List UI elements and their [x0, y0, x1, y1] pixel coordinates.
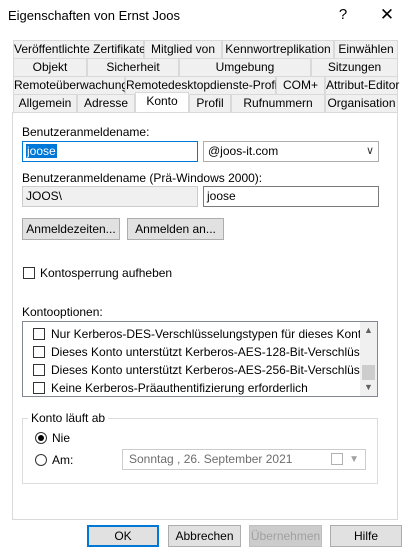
title-bar: Eigenschaften von Ernst Joos ? ✕ — [0, 0, 408, 31]
option-label: Keine Kerberos-Präauthentifizierung erfo… — [51, 381, 308, 395]
logon-hours-button[interactable]: Anmeldezeiten... — [22, 218, 120, 240]
logon-name-label: Benutzeranmeldename: — [22, 125, 150, 139]
tab-objekt[interactable]: Objekt — [13, 58, 87, 76]
pre2000-label: Benutzeranmeldename (Prä-Windows 2000): — [22, 171, 263, 185]
expiry-date-label: Am: — [52, 453, 74, 467]
tab-adresse[interactable]: Adresse — [77, 94, 135, 112]
tab-sicherheit[interactable]: Sicherheit — [87, 58, 179, 76]
unlock-account-checkbox[interactable] — [23, 267, 35, 279]
scroll-up-icon[interactable]: ▲ — [360, 322, 377, 339]
tab-zertifikate[interactable]: Veröffentlichte Zertifikate — [13, 40, 146, 58]
option-checkbox[interactable] — [33, 364, 45, 376]
domain-suffix-select[interactable]: @joos-it.com ∨ — [203, 141, 379, 162]
pre2000-domain-field: JOOS\ — [22, 186, 198, 207]
option-checkbox[interactable] — [33, 382, 45, 394]
domain-suffix-value: @joos-it.com — [208, 144, 279, 158]
scroll-down-icon[interactable]: ▼ — [360, 379, 377, 396]
option-label: Dieses Konto unterstützt Kerberos-AES-25… — [51, 363, 378, 377]
pre2000-domain-value: JOOS\ — [26, 189, 63, 203]
help-button[interactable]: Hilfe — [330, 525, 402, 547]
pre2000-name-value: joose — [207, 189, 236, 203]
tab-allgemein[interactable]: Allgemein — [13, 94, 77, 112]
tab-profil[interactable]: Profil — [189, 94, 231, 112]
tab-mitglied-von[interactable]: Mitglied von — [144, 40, 222, 58]
tab-sitzungen[interactable]: Sitzungen — [311, 58, 398, 76]
logon-name-input[interactable]: joose — [22, 141, 198, 162]
options-scrollbar[interactable]: ▲ ▼ — [360, 322, 377, 396]
scroll-thumb[interactable] — [362, 365, 375, 380]
tab-einwaehlen[interactable]: Einwählen — [334, 40, 398, 58]
tab-remoteueberwachung[interactable]: Remoteüberwachung — [13, 76, 128, 94]
tab-rufnummern[interactable]: Rufnummern — [231, 94, 325, 112]
chevron-down-icon: ▼ — [349, 454, 359, 465]
account-expiry-title: Konto läuft ab — [28, 411, 109, 425]
expiry-date-picker[interactable]: Sonntag , 26. September 2021 ▼ — [122, 449, 366, 470]
account-options-list[interactable]: Nur Kerberos-DES-Verschlüsselungstypen f… — [22, 321, 378, 397]
pre2000-name-input[interactable]: joose — [203, 186, 379, 207]
option-checkbox[interactable] — [33, 346, 45, 358]
expiry-never-radio[interactable] — [35, 432, 47, 444]
account-options-label: Kontooptionen: — [22, 305, 103, 319]
logon-to-button[interactable]: Anmelden an... — [127, 218, 224, 240]
tab-kennwortreplikation[interactable]: Kennwortreplikation — [222, 40, 334, 58]
option-label: Nur Kerberos-DES-Verschlüsselungstypen f… — [51, 327, 368, 341]
option-checkbox[interactable] — [33, 328, 45, 340]
expiry-date-value: Sonntag , 26. September 2021 — [129, 452, 293, 466]
tab-attribut-editor[interactable]: Attribut-Editor — [325, 76, 399, 94]
expiry-date-radio[interactable] — [35, 454, 47, 466]
help-icon[interactable]: ? — [330, 3, 356, 27]
tab-konto[interactable]: Konto — [135, 92, 189, 112]
window-title: Eigenschaften von Ernst Joos — [8, 8, 180, 23]
expiry-never-label: Nie — [52, 431, 71, 445]
calendar-icon — [331, 453, 343, 465]
unlock-account-label: Kontosperrung aufheben — [40, 266, 173, 280]
ok-button[interactable]: OK — [87, 525, 159, 547]
tab-com-plus[interactable]: COM+ — [276, 76, 325, 94]
option-label: Dieses Konto unterstützt Kerberos-AES-12… — [51, 345, 378, 359]
cancel-button[interactable]: Abbrechen — [168, 525, 241, 547]
tab-umgebung[interactable]: Umgebung — [179, 58, 311, 76]
chevron-down-icon: ∨ — [365, 145, 374, 157]
tab-organisation[interactable]: Organisation — [325, 94, 398, 112]
apply-button[interactable]: Übernehmen — [249, 525, 322, 547]
close-icon[interactable]: ✕ — [374, 3, 400, 27]
logon-name-value: joose — [26, 144, 57, 158]
